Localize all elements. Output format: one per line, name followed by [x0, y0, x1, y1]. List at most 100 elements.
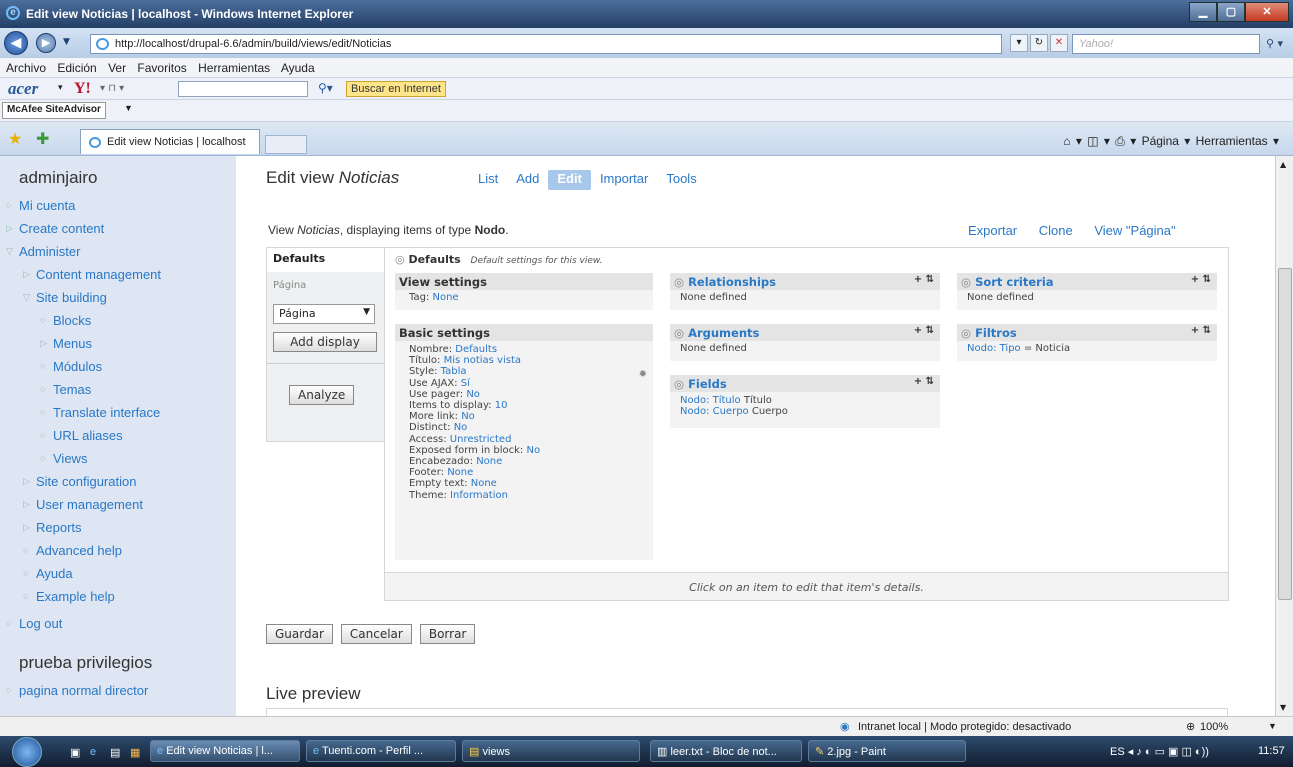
setting-value[interactable]: Sí: [461, 378, 470, 389]
close-button[interactable]: ✕: [1245, 2, 1289, 22]
search-icon[interactable]: ⚲ ▾: [1266, 37, 1283, 50]
menu-edicion[interactable]: Edición: [57, 61, 96, 75]
taskbar-item-notepad[interactable]: ▥ leer.txt - Bloc de not...: [650, 740, 802, 762]
nav-blocks[interactable]: ○ Blocks: [0, 309, 236, 332]
add-display-button[interactable]: Add display: [273, 332, 377, 352]
buscar-button[interactable]: Buscar en Internet: [346, 81, 446, 97]
exportar-link[interactable]: Exportar: [968, 223, 1017, 238]
arguments-header[interactable]: ◎ Arguments + ⇅: [670, 324, 940, 341]
nav-modulos[interactable]: ○ Módulos: [0, 355, 236, 378]
taskbar-item-ie-noticias[interactable]: e Edit view Noticias | l...: [150, 740, 300, 762]
display-type-select[interactable]: Página ▼: [273, 304, 375, 324]
page-scrollbar[interactable]: ▲ ▼: [1275, 156, 1293, 716]
display-defaults-tab[interactable]: Defaults ▶: [267, 248, 394, 272]
setting-value[interactable]: Mis notias vista: [444, 355, 521, 366]
setting-row[interactable]: Distinct: No: [395, 422, 653, 433]
nav-content-management[interactable]: ▷ Content management: [0, 263, 236, 286]
help-icon[interactable]: ◎: [395, 253, 405, 266]
refresh-icon[interactable]: ↻: [1030, 34, 1048, 52]
nav-views[interactable]: ○ Views: [0, 447, 236, 470]
yahoo-search-input[interactable]: Yahoo!: [1072, 34, 1260, 54]
setting-row[interactable]: Exposed form in block: No: [395, 445, 653, 456]
setting-value[interactable]: Tabla: [441, 366, 467, 377]
url-field[interactable]: http://localhost/drupal-6.6/admin/build/…: [90, 34, 1002, 54]
history-dropdown-icon[interactable]: ▼: [63, 37, 70, 47]
fields-header[interactable]: ◎ Fields + ⇅: [670, 375, 940, 392]
nav-ayuda[interactable]: ○ Ayuda: [0, 562, 236, 585]
nav-example-help[interactable]: ○ Example help: [0, 585, 236, 608]
stop-icon[interactable]: ✕: [1050, 34, 1068, 52]
setting-value[interactable]: No: [454, 422, 468, 433]
ie-quicklaunch-icon[interactable]: e: [90, 746, 96, 758]
new-tab-button[interactable]: [265, 135, 307, 154]
clock[interactable]: 11:57: [1258, 745, 1285, 757]
tab-tools[interactable]: Tools: [657, 170, 705, 190]
setting-row[interactable]: Use pager: No: [395, 389, 653, 400]
show-desktop-icon[interactable]: ▣: [70, 746, 80, 759]
view-settings-tag[interactable]: Tag: None: [395, 292, 653, 303]
add-rearrange-icon[interactable]: + ⇅: [1191, 274, 1211, 285]
folder-quicklaunch-icon[interactable]: ▦: [130, 746, 140, 759]
tab-add[interactable]: Add: [507, 170, 548, 190]
tab-importar[interactable]: Importar: [591, 170, 657, 190]
setting-row[interactable]: Style: Tabla: [395, 366, 653, 377]
menu-favoritos[interactable]: Favoritos: [137, 61, 186, 75]
menu-ayuda[interactable]: Ayuda: [281, 61, 315, 75]
filters-header[interactable]: ◎ Filtros + ⇅: [957, 324, 1217, 341]
clone-link[interactable]: Clone: [1039, 223, 1073, 238]
setting-value[interactable]: No: [466, 389, 480, 400]
help-icon[interactable]: ◎: [674, 275, 684, 289]
setting-row[interactable]: Theme: Information: [395, 490, 653, 501]
display-pagina-tab[interactable]: Página: [267, 272, 384, 300]
scrollbar-thumb[interactable]: [1278, 268, 1292, 600]
filter-link[interactable]: Nodo: Tipo: [967, 343, 1021, 354]
gear-icon[interactable]: ✹: [639, 369, 647, 380]
help-icon[interactable]: ◎: [961, 275, 971, 289]
add-rearrange-icon[interactable]: + ⇅: [1191, 325, 1211, 336]
favorites-star-icon[interactable]: ★: [8, 129, 22, 148]
acer-search-icon[interactable]: ⚲▾: [318, 81, 333, 95]
tab-list[interactable]: List: [469, 170, 507, 190]
window-switch-icon[interactable]: ▤: [110, 746, 120, 759]
guardar-button[interactable]: Guardar: [266, 624, 333, 644]
setting-row[interactable]: Use AJAX: Sí: [395, 378, 653, 389]
add-rearrange-icon[interactable]: + ⇅: [914, 274, 934, 285]
acer-logo[interactable]: acer: [8, 79, 38, 99]
forward-button[interactable]: ▶: [36, 33, 56, 53]
setting-value[interactable]: No: [526, 445, 540, 456]
cancelar-button[interactable]: Cancelar: [340, 624, 412, 644]
mcafee-button[interactable]: McAfee SiteAdvisor: [2, 102, 106, 119]
field-link[interactable]: Nodo: Cuerpo: [680, 406, 749, 417]
nav-menus[interactable]: ▷ Menus: [0, 332, 236, 355]
zoom-level[interactable]: 100%: [1200, 721, 1228, 733]
menu-archivo[interactable]: Archivo: [6, 61, 46, 75]
view-pagina-link[interactable]: View "Página": [1094, 223, 1175, 238]
taskbar-item-paint[interactable]: ✎ 2.jpg - Paint: [808, 740, 966, 762]
toolbar-options-icon[interactable]: ▾ ⊓ ▾: [100, 83, 124, 94]
analyze-button[interactable]: Analyze: [289, 385, 355, 405]
nav-user-management[interactable]: ▷ User management: [0, 493, 236, 516]
field-row[interactable]: Nodo: Título Título: [670, 395, 940, 406]
field-link[interactable]: Nodo: Título: [680, 395, 741, 406]
nav-pagina-normal-director[interactable]: ○ pagina normal director: [0, 679, 236, 702]
setting-value[interactable]: Information: [450, 490, 508, 501]
setting-row[interactable]: Título: Mis notias vista: [395, 355, 653, 366]
add-rearrange-icon[interactable]: + ⇅: [914, 325, 934, 336]
menu-herramientas[interactable]: Herramientas: [198, 61, 270, 75]
mcafee-dropdown-icon[interactable]: ▼: [120, 102, 137, 119]
setting-value[interactable]: Defaults: [455, 344, 497, 355]
add-favorites-icon[interactable]: ✚: [36, 129, 49, 148]
relationships-header[interactable]: ◎ Relationships + ⇅: [670, 273, 940, 290]
setting-row[interactable]: Nombre: Defaults: [395, 344, 653, 355]
field-row[interactable]: Nodo: Cuerpo Cuerpo: [670, 406, 940, 417]
acer-dropdown-icon[interactable]: ▾: [58, 83, 63, 93]
tag-value-link[interactable]: None: [433, 292, 459, 303]
help-icon[interactable]: ◎: [674, 377, 684, 391]
nav-log-out[interactable]: ○ Log out: [0, 612, 236, 635]
setting-row[interactable]: Empty text: None: [395, 478, 653, 489]
nav-create-content[interactable]: ▷ Create content: [0, 217, 236, 240]
minimize-button[interactable]: ▁: [1189, 2, 1217, 22]
nav-temas[interactable]: ○ Temas: [0, 378, 236, 401]
zoom-dropdown-icon[interactable]: ▼: [1268, 721, 1277, 731]
setting-row[interactable]: Items to display: 10: [395, 400, 653, 411]
